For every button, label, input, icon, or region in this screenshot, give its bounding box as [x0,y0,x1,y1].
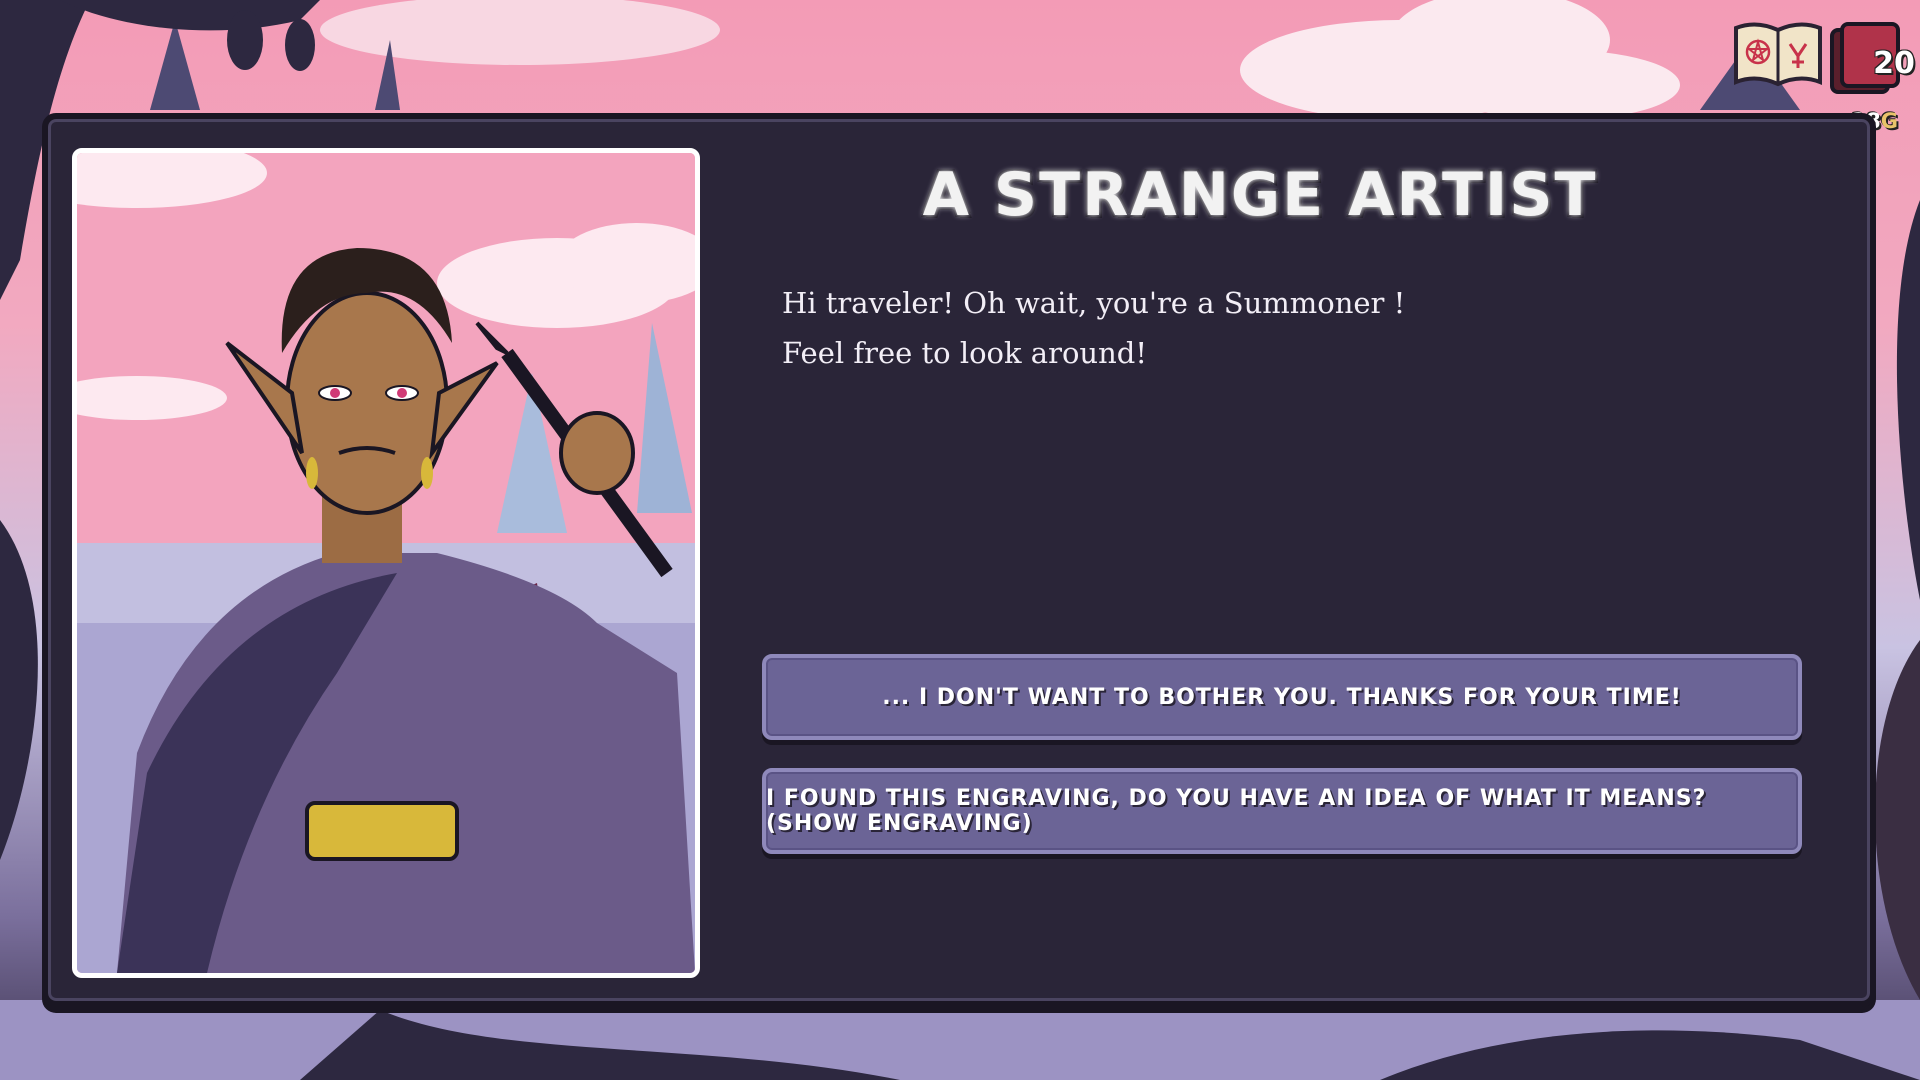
elf-painter-illustration [77,153,695,973]
choice-show-engraving-button[interactable]: I FOUND THIS ENGRAVING, DO YOU HAVE AN I… [762,768,1802,854]
spellbook-icon[interactable] [1732,18,1824,90]
choice-leave-button[interactable]: ... I DON'T WANT TO BOTHER YOU. THANKS F… [762,654,1802,740]
event-title: A STRANGE ARTIST [922,160,1598,230]
dialogue-line: Hi traveler! Oh wait, you're a Summoner … [782,286,1406,320]
gold-unit: G [1880,109,1898,133]
deck-count: 20 [1873,46,1915,81]
dialogue-text: Hi traveler! Oh wait, you're a Summoner … [782,278,1762,378]
artist-portrait [72,148,700,978]
dialogue-line: Feel free to look around! [782,336,1147,370]
